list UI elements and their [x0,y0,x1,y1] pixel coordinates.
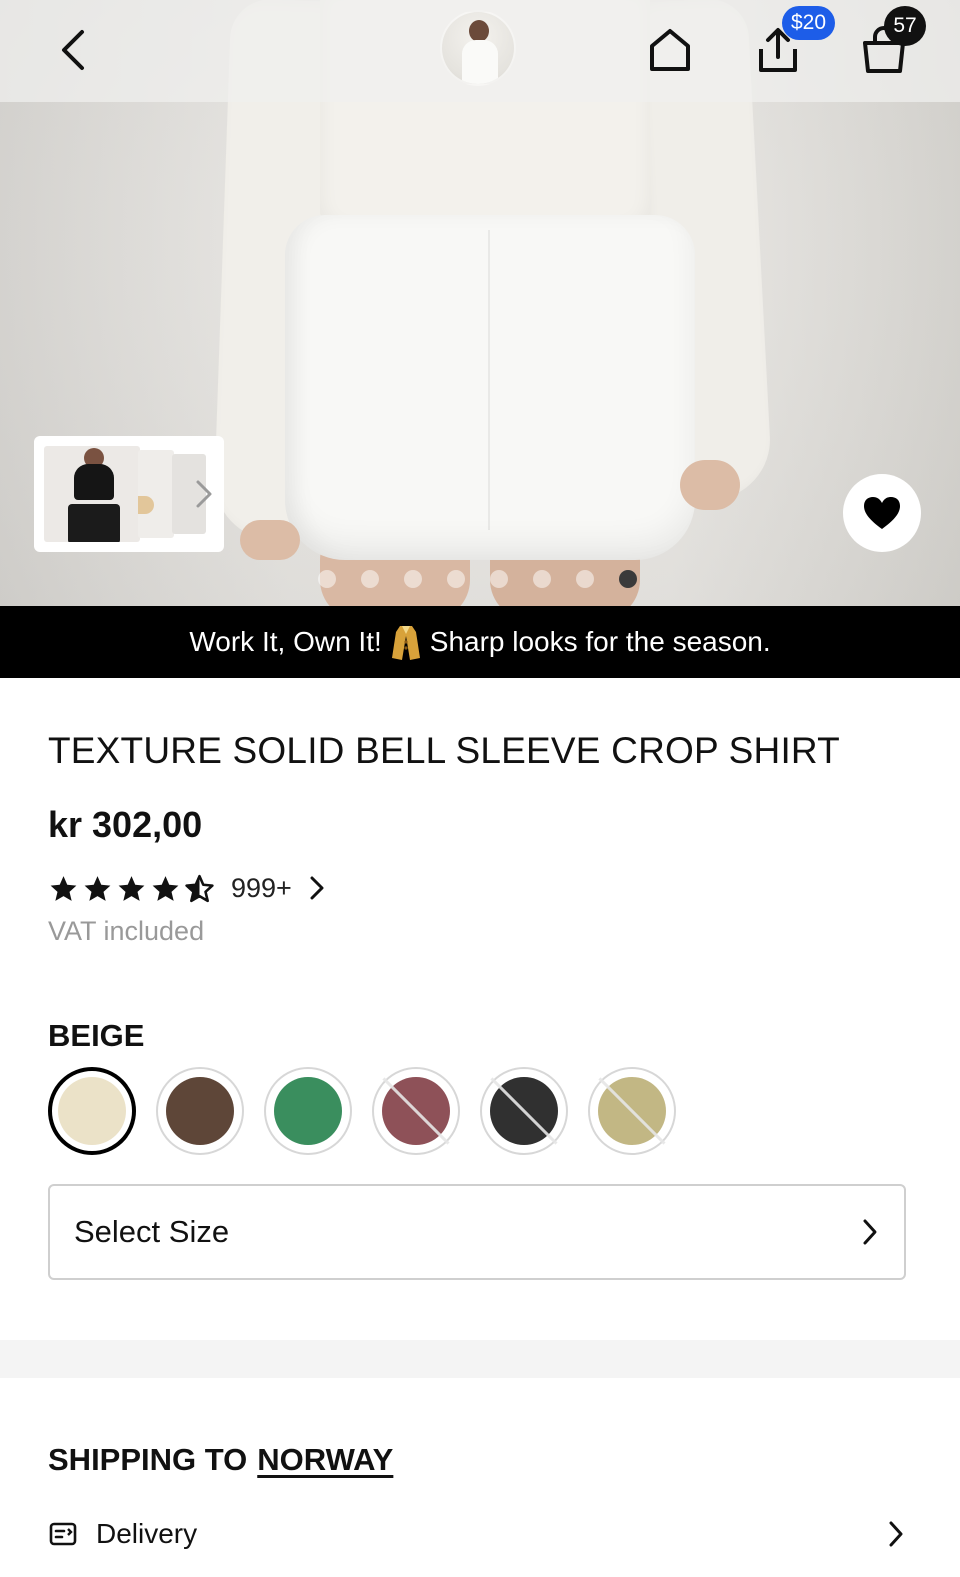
chevron-left-icon [62,30,84,70]
thumbnail-accessory [138,496,154,514]
chevron-right-icon [308,874,326,902]
shipping-heading: SHIPPING TO NORWAY [48,1442,393,1478]
rating-count: 999+ [231,872,292,903]
delivery-icon [49,1522,77,1546]
color-swatch[interactable] [264,1067,352,1155]
back-button[interactable] [48,22,98,78]
heart-icon [864,497,900,529]
outfit-thumbnail-item [138,450,174,538]
gallery-pagination-dots [318,570,637,588]
color-swatch-fill [166,1077,234,1145]
home-button[interactable] [640,22,700,78]
promo-text-end: Sharp looks for the season. [429,626,771,657]
color-swatch-fill [274,1077,342,1145]
product-image-gallery[interactable]: $20 57 [0,0,960,606]
home-icon [650,29,690,71]
delivery-row[interactable]: Delivery [48,1512,906,1556]
promo-text-start: Work It, Own It! [189,626,382,657]
thumbnail-black-skirt [68,504,120,542]
gallery-dot[interactable] [619,570,637,588]
color-swatches [48,1067,676,1155]
delivery-label: Delivery [96,1518,198,1549]
star-icon [84,875,111,901]
rating-row[interactable]: 999+ [48,868,326,908]
trench-coat-emoji-icon [391,626,420,660]
avatar-body [462,40,498,84]
related-outfit-thumbnail[interactable] [34,436,224,552]
promo-banner[interactable]: Work It, Own It! Sharp looks for the sea… [0,606,960,678]
rating-stars [48,874,215,903]
gallery-dot[interactable] [576,570,594,588]
select-size-label: Select Size [74,1214,230,1249]
section-divider [0,1340,960,1378]
image-right-hand [680,460,740,510]
chevron-right-icon [194,478,214,515]
select-size-button[interactable]: Select Size [48,1184,906,1280]
gallery-dot[interactable] [404,570,422,588]
image-left-hand [240,520,300,560]
shipping-country-link[interactable]: NORWAY [257,1442,393,1478]
gallery-dot[interactable] [361,570,379,588]
chevron-right-icon [863,1219,877,1245]
color-swatch[interactable] [372,1067,460,1155]
vat-note: VAT included [48,916,205,946]
model-avatar-thumbnail[interactable] [440,10,516,86]
star-icon [118,875,145,901]
color-swatch[interactable] [588,1067,676,1155]
product-title: TEXTURE SOLID BELL SLEEVE CROP SHIRT [48,730,840,771]
gallery-dot[interactable] [490,570,508,588]
color-swatch-fill [58,1077,126,1145]
star-icon [50,875,77,901]
outfit-thumbnail-image [44,446,140,542]
color-swatch[interactable] [480,1067,568,1155]
color-swatch[interactable] [156,1067,244,1155]
bag-count-badge: 57 [884,6,926,46]
favorite-button[interactable] [843,474,921,552]
image-shorts [285,215,695,560]
chevron-right-icon [889,1521,903,1547]
star-icon [152,875,179,901]
avatar-head [469,20,489,42]
gallery-dot[interactable] [318,570,336,588]
image-shorts-seam [488,230,490,530]
gallery-dot[interactable] [447,570,465,588]
product-price: kr 302,00 [48,804,203,845]
star-icon [185,874,214,902]
share-reward-badge: $20 [782,6,836,40]
gallery-dot[interactable] [533,570,551,588]
thumbnail-black-top [74,464,114,500]
selected-color-label: BEIGE [48,1018,145,1053]
shipping-prefix: SHIPPING TO [48,1442,248,1477]
color-swatch[interactable] [48,1067,136,1155]
